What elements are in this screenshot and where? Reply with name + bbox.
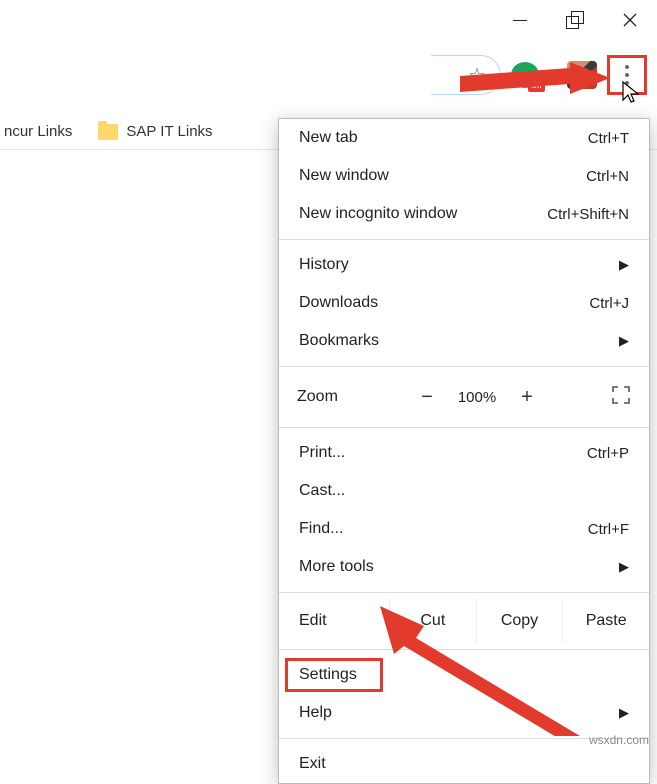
bookmark-label: ncur Links [4,123,72,140]
edit-copy[interactable]: Copy [476,599,563,643]
menu-settings[interactable]: Settings [279,656,649,694]
watermark: wsxdn.com [589,733,649,747]
chrome-menu-button[interactable] [607,55,647,95]
chevron-right-icon: ▶ [619,705,629,721]
window-maximize[interactable] [547,0,602,40]
menu-separator [279,592,649,593]
menu-cast[interactable]: Cast... [279,472,649,510]
chevron-right-icon: ▶ [619,333,629,349]
menu-separator [279,427,649,428]
fullscreen-button[interactable] [611,385,631,410]
menu-bookmarks[interactable]: Bookmarks ▶ [279,322,649,360]
bookmark-label: SAP IT Links [126,123,212,140]
menu-separator [279,239,649,240]
chrome-main-menu: New tab Ctrl+T New window Ctrl+N New inc… [278,118,650,784]
menu-incognito[interactable]: New incognito window Ctrl+Shift+N [279,195,649,233]
menu-new-window[interactable]: New window Ctrl+N [279,157,649,195]
menu-zoom: Zoom − 100% + [279,373,649,421]
bookmark-folder[interactable]: ncur Links [4,123,72,140]
zoom-out-button[interactable]: − [407,386,447,409]
edit-cut[interactable]: Cut [389,599,476,643]
menu-separator [279,649,649,650]
zoom-level: 100% [447,389,507,406]
menu-edit: Edit Cut Copy Paste [279,599,649,643]
chevron-right-icon: ▶ [619,559,629,575]
chevron-right-icon: ▶ [619,257,629,273]
bookmark-folder[interactable]: SAP IT Links [98,123,212,140]
window-minimize[interactable] [492,0,547,40]
menu-downloads[interactable]: Downloads Ctrl+J [279,284,649,322]
zoom-in-button[interactable]: + [507,386,547,409]
bookmark-star-icon[interactable]: ☆ [468,63,486,88]
extension-icon[interactable]: off [511,62,539,88]
menu-separator [279,366,649,367]
edit-paste[interactable]: Paste [562,599,649,643]
menu-print[interactable]: Print... Ctrl+P [279,434,649,472]
menu-more-tools[interactable]: More tools ▶ [279,548,649,586]
window-close[interactable] [602,0,657,40]
menu-new-tab[interactable]: New tab Ctrl+T [279,119,649,157]
menu-find[interactable]: Find... Ctrl+F [279,510,649,548]
menu-history[interactable]: History ▶ [279,246,649,284]
menu-help[interactable]: Help ▶ [279,694,649,732]
extension-badge: off [528,79,545,92]
profile-avatar[interactable] [567,61,597,89]
folder-icon [98,124,118,140]
omnibox-actions: ☆ [431,55,501,95]
